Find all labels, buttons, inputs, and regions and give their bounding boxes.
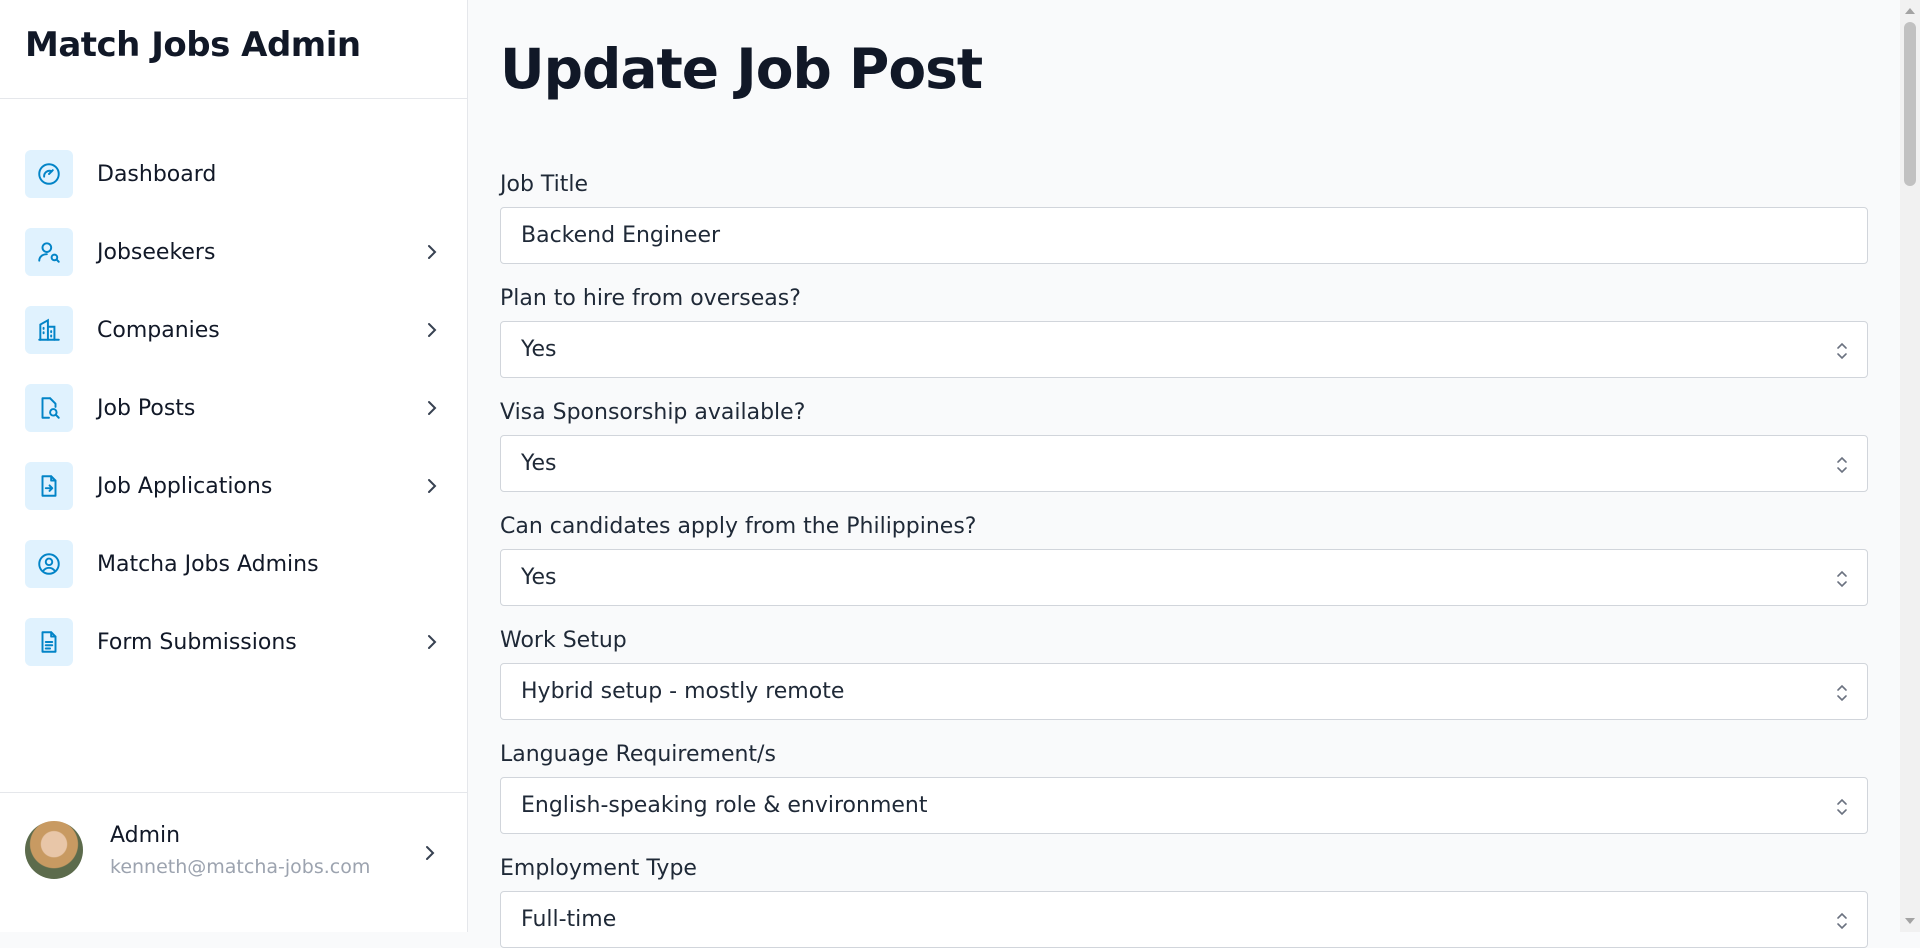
chevron-right-icon <box>428 323 437 337</box>
chevron-up-down-icon <box>1837 342 1847 360</box>
scroll-down-arrow-icon[interactable] <box>1905 918 1915 924</box>
sidebar-item-jobseekers[interactable]: Jobseekers <box>25 228 443 276</box>
page-scrollbar[interactable] <box>1900 0 1920 932</box>
field-label: Employment Type <box>500 856 697 881</box>
app-title: Match Jobs Admin <box>0 0 467 99</box>
visa-sponsorship-field: Visa Sponsorship available? Yes <box>500 398 1868 492</box>
sidebar-item-dashboard[interactable]: Dashboard <box>25 150 443 198</box>
philippines-apply-select[interactable]: Yes <box>500 549 1868 606</box>
user-search-icon <box>25 228 73 276</box>
document-arrow-icon <box>25 462 73 510</box>
language-requirement-field: Language Requirement/s English-speaking … <box>500 740 1868 834</box>
field-label: Language Requirement/s <box>500 742 776 767</box>
avatar <box>25 821 83 879</box>
sidebar-item-label: Jobseekers <box>97 239 216 265</box>
chevron-up-down-icon <box>1837 684 1847 702</box>
chevron-up-down-icon <box>1837 912 1847 930</box>
employment-type-select[interactable]: Full-time <box>500 891 1868 948</box>
work-setup-field: Work Setup Hybrid setup - mostly remote <box>500 626 1868 720</box>
sidebar-item-label: Job Applications <box>97 473 273 499</box>
field-label: Plan to hire from overseas? <box>500 286 801 311</box>
select-value: Full-time <box>521 907 617 932</box>
overseas-hire-select[interactable]: Yes <box>500 321 1868 378</box>
document-text-icon <box>25 618 73 666</box>
select-value: English-speaking role & environment <box>521 793 928 818</box>
chevron-right-icon <box>428 479 437 493</box>
philippines-apply-field: Can candidates apply from the Philippine… <box>500 512 1868 606</box>
job-title-input[interactable]: Backend Engineer <box>500 207 1868 264</box>
scrollbar-thumb[interactable] <box>1904 22 1916 186</box>
job-title-field: Job Title Backend Engineer <box>500 170 1868 264</box>
chevron-right-icon <box>428 245 437 259</box>
sidebar-item-label: Job Posts <box>97 395 196 421</box>
sidebar-item-job-posts[interactable]: Job Posts <box>25 384 443 432</box>
sidebar-item-companies[interactable]: Companies <box>25 306 443 354</box>
main-content: Update Job Post Job Title Backend Engine… <box>500 0 1868 948</box>
select-value: Hybrid setup - mostly remote <box>521 679 845 704</box>
sidebar-item-label: Dashboard <box>97 161 217 187</box>
chevron-up-down-icon <box>1837 570 1847 588</box>
overseas-hire-field: Plan to hire from overseas? Yes <box>500 284 1868 378</box>
field-label: Can candidates apply from the Philippine… <box>500 514 977 539</box>
chevron-right-icon <box>428 635 437 649</box>
sidebar: Match Jobs Admin Dashboard Jobseekers Co… <box>0 0 468 932</box>
employment-type-field: Employment Type Full-time <box>500 854 1868 948</box>
user-menu[interactable]: Admin kenneth@matcha-jobs.com <box>0 792 467 932</box>
chevron-up-down-icon <box>1837 798 1847 816</box>
language-requirement-select[interactable]: English-speaking role & environment <box>500 777 1868 834</box>
user-email: kenneth@matcha-jobs.com <box>110 856 371 878</box>
sidebar-nav: Dashboard Jobseekers Companies Job Posts <box>25 150 443 696</box>
select-value: Yes <box>521 337 557 362</box>
field-label: Job Title <box>500 172 589 197</box>
sidebar-item-label: Form Submissions <box>97 629 297 655</box>
work-setup-select[interactable]: Hybrid setup - mostly remote <box>500 663 1868 720</box>
select-value: Yes <box>521 451 557 476</box>
building-icon <box>25 306 73 354</box>
user-circle-icon <box>25 540 73 588</box>
sidebar-item-job-applications[interactable]: Job Applications <box>25 462 443 510</box>
dashboard-gauge-icon <box>25 150 73 198</box>
sidebar-item-matcha-jobs-admins[interactable]: Matcha Jobs Admins <box>25 540 443 588</box>
sidebar-item-label: Companies <box>97 317 220 343</box>
chevron-right-icon <box>428 401 437 415</box>
sidebar-item-form-submissions[interactable]: Form Submissions <box>25 618 443 666</box>
field-label: Work Setup <box>500 628 627 653</box>
user-name: Admin <box>110 823 181 848</box>
document-search-icon <box>25 384 73 432</box>
scroll-up-arrow-icon[interactable] <box>1905 8 1915 14</box>
visa-sponsorship-select[interactable]: Yes <box>500 435 1868 492</box>
field-label: Visa Sponsorship available? <box>500 400 806 425</box>
sidebar-item-label: Matcha Jobs Admins <box>97 551 319 577</box>
select-value: Yes <box>521 565 557 590</box>
chevron-up-down-icon <box>1837 456 1847 474</box>
input-value: Backend Engineer <box>521 223 721 248</box>
page-title: Update Job Post <box>500 37 983 101</box>
chevron-right-icon <box>426 846 435 860</box>
